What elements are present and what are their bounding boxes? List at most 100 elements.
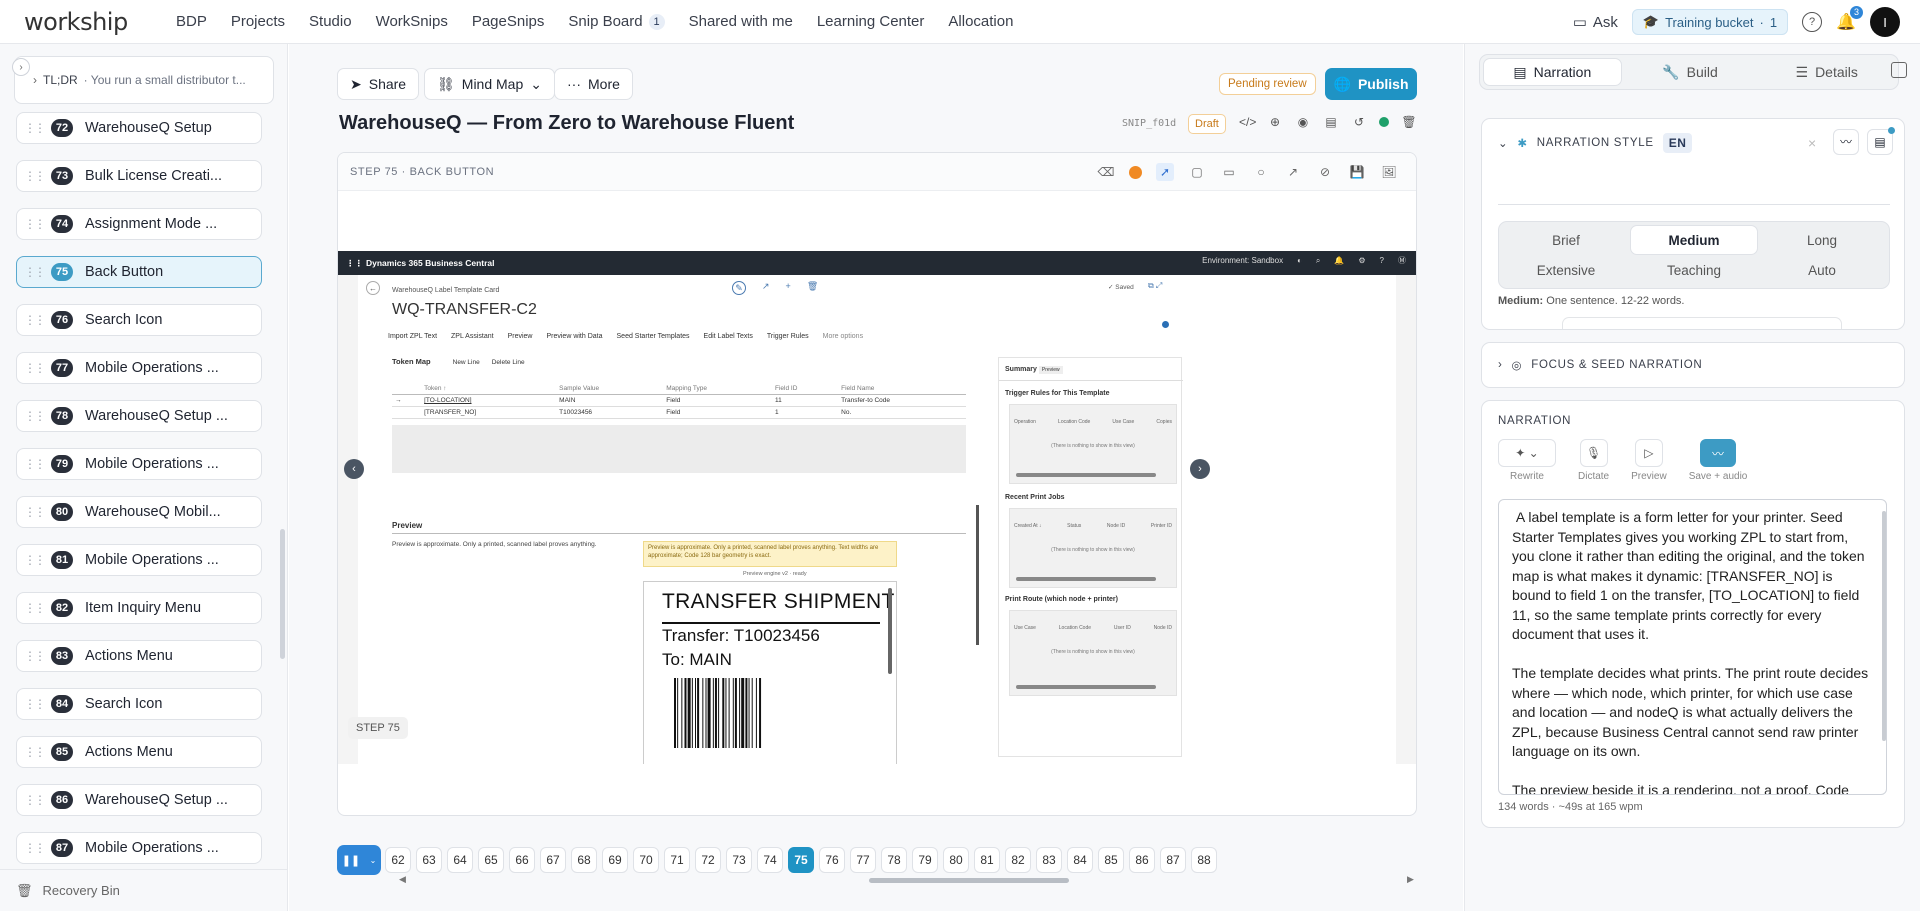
sidebar-step-item[interactable]: ⋮⋮ 77 Mobile Operations ... [16, 352, 262, 384]
step-pill[interactable]: 63 [416, 847, 442, 873]
narration-style-header[interactable]: ⌄ ✱ NARRATION STYLE EN [1498, 133, 1693, 153]
step-pill[interactable]: 66 [509, 847, 535, 873]
sidebar-step-item[interactable]: ⋮⋮ 78 WarehouseQ Setup ... [16, 400, 262, 432]
drag-handle-icon[interactable]: ⋮⋮ [23, 265, 46, 279]
step-pill[interactable]: 78 [881, 847, 907, 873]
step-pill[interactable]: 67 [540, 847, 566, 873]
step-pill[interactable]: 65 [478, 847, 504, 873]
save-icon[interactable]: 💾 [1348, 163, 1366, 181]
pointer-icon[interactable]: ➚ [1156, 163, 1174, 181]
sidebar-step-item[interactable]: ⋮⋮ 79 Mobile Operations ... [16, 448, 262, 480]
step-strip-scrollbar[interactable] [869, 878, 1069, 883]
tldr-summary[interactable]: › TL;DR · You run a small distributor t.… [14, 56, 274, 104]
step-pill[interactable]: 87 [1160, 847, 1186, 873]
step-pill[interactable]: 81 [974, 847, 1000, 873]
step-pill[interactable]: 75 [788, 847, 814, 873]
nav-allocation[interactable]: Allocation [948, 13, 1013, 30]
pause-button[interactable]: ❚❚ ⌄ [337, 845, 381, 875]
step-pill[interactable]: 77 [850, 847, 876, 873]
sidebar-step-item[interactable]: ⋮⋮ 75 Back Button [16, 256, 262, 288]
notifications-button[interactable]: 🔔 3 [1836, 6, 1863, 32]
step-pill[interactable]: 80 [943, 847, 969, 873]
rewrite-tool[interactable]: ✦ ⌄ Rewrite [1498, 439, 1556, 482]
circle-icon[interactable]: ○ [1252, 163, 1270, 181]
length-option[interactable]: Extensive [1502, 255, 1630, 285]
sidebar-step-item[interactable]: ⋮⋮ 82 Item Inquiry Menu [16, 592, 262, 624]
length-option[interactable]: Auto [1758, 255, 1886, 285]
recovery-bin-button[interactable]: 🗑 Recovery Bin [0, 869, 287, 911]
step-pill[interactable]: 70 [633, 847, 659, 873]
nav-shared-with-me[interactable]: Shared with me [689, 13, 793, 30]
more-button[interactable]: ··· More [554, 68, 633, 100]
sidebar-step-item[interactable]: ⋮⋮ 72 WarehouseQ Setup [16, 112, 262, 144]
close-icon[interactable]: × [1808, 135, 1816, 151]
drag-handle-icon[interactable]: ⋮⋮ [23, 793, 46, 807]
sidebar-step-item[interactable]: ⋮⋮ 81 Mobile Operations ... [16, 544, 262, 576]
dictate-tool[interactable]: 🎙 Dictate [1578, 439, 1609, 482]
step-pill[interactable]: 79 [912, 847, 938, 873]
panel-collapse-icon[interactable] [1891, 62, 1907, 78]
mind-map-dropdown[interactable]: ⛓ Mind Map ⌄ [424, 68, 555, 100]
color-swatch[interactable] [1129, 165, 1142, 179]
drag-handle-icon[interactable]: ⋮⋮ [23, 553, 46, 567]
nav-learning-center[interactable]: Learning Center [817, 13, 925, 30]
rewrite-button[interactable]: ✦ ⌄ [1498, 439, 1556, 467]
tab-build[interactable]: 🔧 Build [1622, 58, 1759, 86]
nav-pagesnips[interactable]: PageSnips [472, 13, 545, 30]
rectangle-icon[interactable]: ▢ [1188, 163, 1206, 181]
drag-handle-icon[interactable]: ⋮⋮ [23, 649, 46, 663]
dictate-button[interactable]: 🎙 [1579, 439, 1608, 467]
language-badge[interactable]: EN [1662, 133, 1693, 153]
user-avatar[interactable]: I [1870, 7, 1900, 37]
drag-handle-icon[interactable]: ⋮⋮ [23, 697, 46, 711]
step-pill[interactable]: 69 [602, 847, 628, 873]
sidebar-collapse-chevron-icon[interactable]: › [12, 58, 30, 76]
eye-icon[interactable]: ◉ [1295, 114, 1311, 130]
rounded-rect-icon[interactable]: ▭ [1220, 163, 1238, 181]
nav-worksnips[interactable]: WorkSnips [376, 13, 448, 30]
step-pill[interactable]: 73 [726, 847, 752, 873]
publish-button[interactable]: 🌐 Publish [1325, 68, 1417, 100]
step-pill[interactable]: 83 [1036, 847, 1062, 873]
scroll-left-icon[interactable]: ◀ [399, 874, 406, 885]
comments-icon[interactable]: ▤ [1323, 114, 1339, 130]
code-icon[interactable]: </> [1239, 114, 1256, 130]
length-option[interactable]: Long [1758, 225, 1886, 255]
sidebar-scrollbar[interactable] [280, 529, 285, 659]
drag-handle-icon[interactable]: ⋮⋮ [23, 457, 46, 471]
step-pill[interactable]: 86 [1129, 847, 1155, 873]
step-pill[interactable]: 84 [1067, 847, 1093, 873]
nav-studio[interactable]: Studio [309, 13, 352, 30]
drag-handle-icon[interactable]: ⋮⋮ [23, 745, 46, 759]
step-pill[interactable]: 76 [819, 847, 845, 873]
prev-step-arrow-icon[interactable]: ‹ [344, 459, 364, 479]
drag-handle-icon[interactable]: ⋮⋮ [23, 169, 46, 183]
back-button-icon[interactable]: ← [366, 281, 380, 295]
sidebar-step-item[interactable]: ⋮⋮ 86 WarehouseQ Setup ... [16, 784, 262, 816]
arrow-icon[interactable]: ↗ [1284, 163, 1302, 181]
help-icon[interactable]: ? [1802, 12, 1823, 32]
drag-handle-icon[interactable]: ⋮⋮ [23, 313, 46, 327]
sidebar-step-item[interactable]: ⋮⋮ 80 WarehouseQ Mobil... [16, 496, 262, 528]
drag-handle-icon[interactable]: ⋮⋮ [23, 601, 46, 615]
preview-tool[interactable]: ▷ Preview [1631, 439, 1667, 482]
drag-handle-icon[interactable]: ⋮⋮ [23, 217, 46, 231]
length-option[interactable]: Medium [1630, 225, 1758, 255]
zoom-in-icon[interactable]: ⊕ [1267, 114, 1283, 130]
scroll-right-icon[interactable]: ▶ [1407, 874, 1414, 885]
length-option[interactable]: Teaching [1630, 255, 1758, 285]
sidebar-step-item[interactable]: ⋮⋮ 87 Mobile Operations ... [16, 832, 262, 864]
workship-logo[interactable]: workship [24, 8, 164, 36]
length-option[interactable]: Brief [1502, 225, 1630, 255]
eraser-icon[interactable]: ⌫ [1097, 163, 1115, 181]
sidebar-step-item[interactable]: ⋮⋮ 83 Actions Menu [16, 640, 262, 672]
narration-textarea[interactable]: A label template is a form letter for yo… [1498, 499, 1887, 795]
step-pill[interactable]: 68 [571, 847, 597, 873]
preview-play-button[interactable]: ▷ [1634, 439, 1663, 467]
nav-projects[interactable]: Projects [231, 13, 285, 30]
step-pill[interactable]: 74 [757, 847, 783, 873]
drag-handle-icon[interactable]: ⋮⋮ [23, 121, 46, 135]
ask-button[interactable]: ▭ Ask [1573, 13, 1618, 32]
drag-handle-icon[interactable]: ⋮⋮ [23, 409, 46, 423]
next-step-arrow-icon[interactable]: › [1190, 459, 1210, 479]
